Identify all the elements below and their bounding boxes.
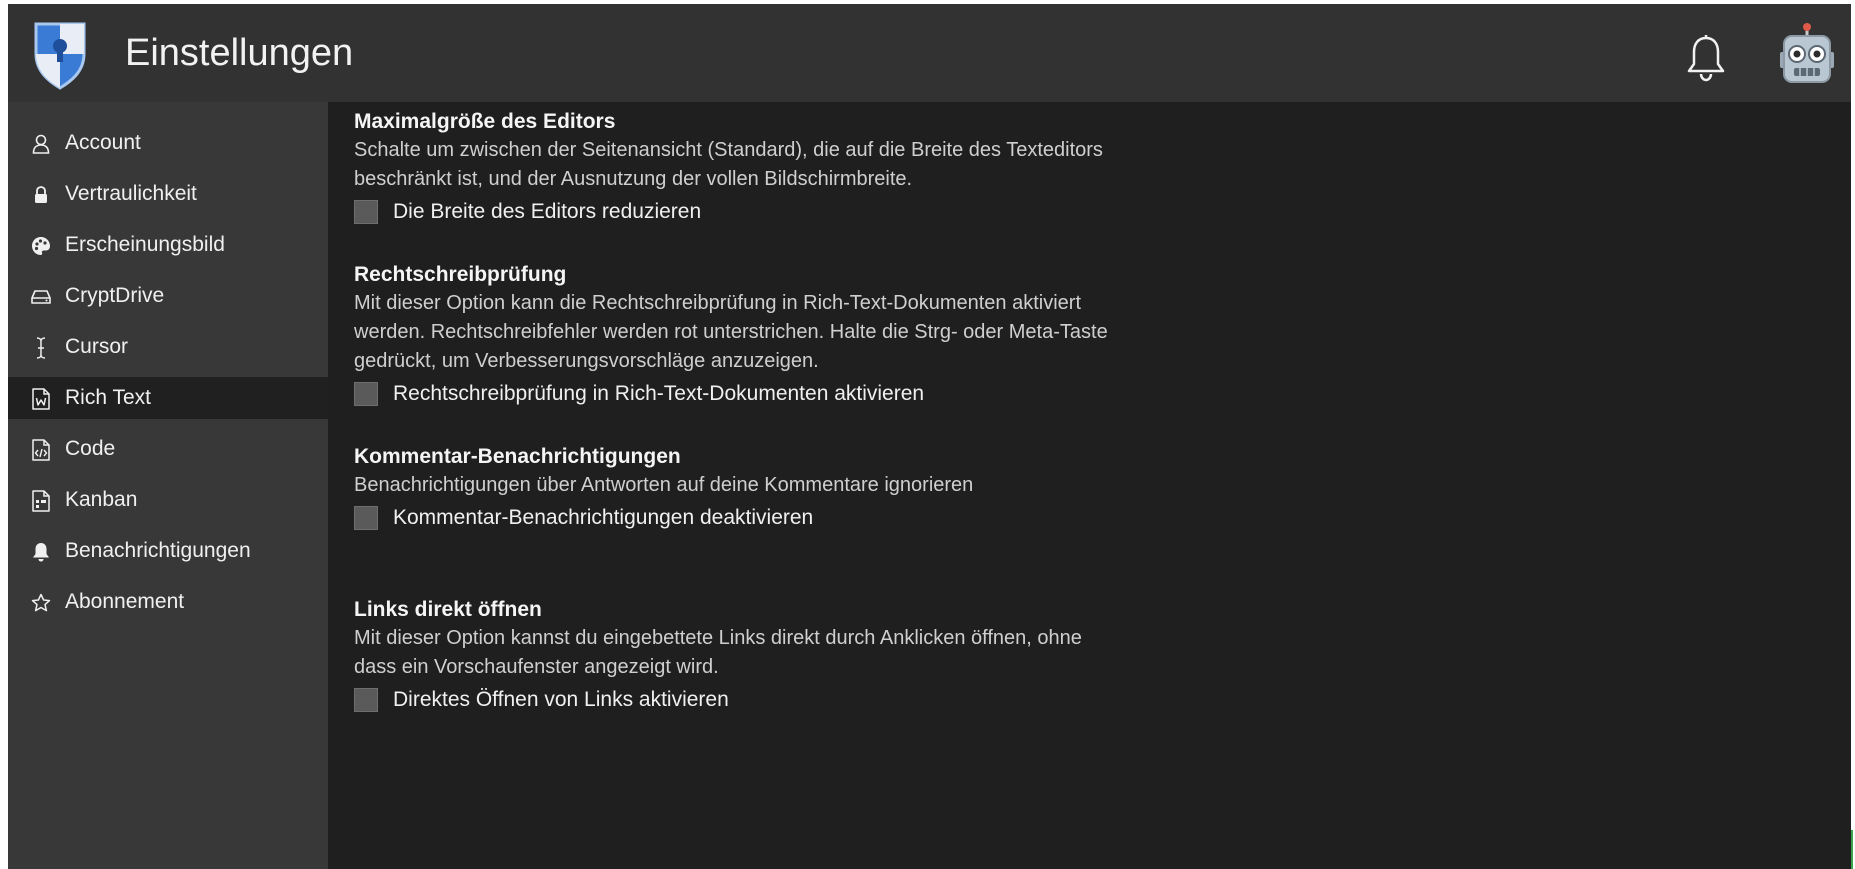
sidebar-item-label: Abonnement [65, 590, 185, 613]
section-description-line: Benachrichtigungen über Antworten auf de… [354, 474, 974, 496]
star-icon [30, 592, 52, 614]
checkbox-row-open-links[interactable]: Direktes Öffnen von Links aktivieren [354, 686, 1194, 718]
window-edge-accent [1851, 830, 1853, 869]
checkbox-label[interactable]: Rechtschreibprüfung in Rich-Text-Dokumen… [393, 381, 924, 407]
top-header: Einstellungen [8, 4, 1851, 102]
section-open-links-directly: Links direkt öffnen Mit dieser Option ka… [354, 596, 1194, 718]
sidebar-item-label: Erscheinungsbild [65, 233, 225, 256]
word-document-icon [30, 388, 52, 410]
open-links-checkbox[interactable] [354, 688, 378, 712]
sidebar-item-cursor[interactable]: Cursor [8, 326, 328, 368]
checkbox-row-comment-notifications[interactable]: Kommentar-Benachrichtigungen deaktiviere… [354, 504, 1194, 536]
checkbox-row-spellcheck[interactable]: Rechtschreibprüfung in Rich-Text-Dokumen… [354, 380, 1194, 412]
sidebar-item-code[interactable]: Code [8, 428, 328, 470]
lock-icon [30, 184, 52, 206]
sidebar-item-label: Kanban [65, 488, 138, 511]
section-description-line: Mit dieser Option kannst du eingebettete… [354, 627, 1082, 649]
comment-notifications-checkbox[interactable] [354, 506, 378, 530]
section-title: Links direkt öffnen [354, 598, 542, 621]
checkbox-row-reduce-editor-width[interactable]: Die Breite des Editors reduzieren [354, 198, 1194, 230]
settings-window: Einstellungen Account Vertraulichkeit Er… [8, 4, 1851, 869]
section-editor-max-size: Maximalgröße des Editors Schalte um zwis… [354, 108, 1194, 230]
palette-icon [30, 235, 52, 257]
drive-icon [30, 286, 52, 308]
user-avatar-robot-icon[interactable] [1774, 22, 1840, 92]
sidebar-item-label: CryptDrive [65, 284, 165, 307]
cryptpad-logo-icon[interactable] [30, 18, 90, 90]
section-spellcheck: Rechtschreibprüfung Mit dieser Option ka… [354, 261, 1194, 412]
checkbox-label[interactable]: Die Breite des Editors reduzieren [393, 199, 701, 225]
sidebar-item-account[interactable]: Account [8, 122, 328, 164]
settings-sidebar: Account Vertraulichkeit Erscheinungsbild… [8, 102, 328, 869]
section-description-line: werden. Rechtschreibfehler werden rot un… [354, 321, 1108, 343]
code-document-icon [30, 439, 52, 461]
sidebar-item-erscheinungsbild[interactable]: Erscheinungsbild [8, 224, 328, 266]
section-description-line: beschränkt ist, und der Ausnutzung der v… [354, 168, 913, 190]
sidebar-item-label: Cursor [65, 335, 129, 358]
sidebar-item-vertraulichkeit[interactable]: Vertraulichkeit [8, 173, 328, 215]
sidebar-item-label: Vertraulichkeit [65, 182, 197, 205]
section-title: Rechtschreibprüfung [354, 263, 567, 286]
notifications-bell-icon[interactable] [1684, 34, 1728, 82]
section-comment-notifications: Kommentar-Benachrichtigungen Benachricht… [354, 443, 1194, 536]
sidebar-item-label: Benachrichtigungen [65, 539, 251, 562]
section-description-line: Mit dieser Option kann die Rechtschreibp… [354, 292, 1082, 314]
sidebar-item-label: Rich Text [65, 386, 151, 409]
section-description-line: dass ein Vorschaufenster angezeigt wird. [354, 656, 719, 678]
sidebar-item-benachrichtigungen[interactable]: Benachrichtigungen [8, 530, 328, 572]
section-description-line: gedrückt, um Verbesserungsvorschläge anz… [354, 350, 819, 372]
checkbox-label[interactable]: Kommentar-Benachrichtigungen deaktiviere… [393, 505, 813, 531]
text-cursor-icon [30, 337, 52, 359]
kanban-document-icon [30, 490, 52, 512]
sidebar-item-rich-text[interactable]: Rich Text [8, 377, 328, 419]
sidebar-item-label: Code [65, 437, 116, 460]
section-title: Kommentar-Benachrichtigungen [354, 445, 681, 468]
section-description-line: Schalte um zwischen der Seitenansicht (S… [354, 139, 1103, 161]
sidebar-item-label: Account [65, 131, 141, 154]
bell-icon [30, 541, 52, 563]
checkbox-label[interactable]: Direktes Öffnen von Links aktivieren [393, 687, 729, 713]
reduce-editor-width-checkbox[interactable] [354, 200, 378, 224]
section-title: Maximalgröße des Editors [354, 110, 616, 133]
sidebar-item-cryptdrive[interactable]: CryptDrive [8, 275, 328, 317]
settings-content: Maximalgröße des Editors Schalte um zwis… [328, 102, 1851, 869]
sidebar-item-abonnement[interactable]: Abonnement [8, 581, 328, 623]
page-title: Einstellungen [125, 32, 354, 74]
user-icon [30, 133, 52, 155]
spellcheck-checkbox[interactable] [354, 382, 378, 406]
sidebar-item-kanban[interactable]: Kanban [8, 479, 328, 521]
